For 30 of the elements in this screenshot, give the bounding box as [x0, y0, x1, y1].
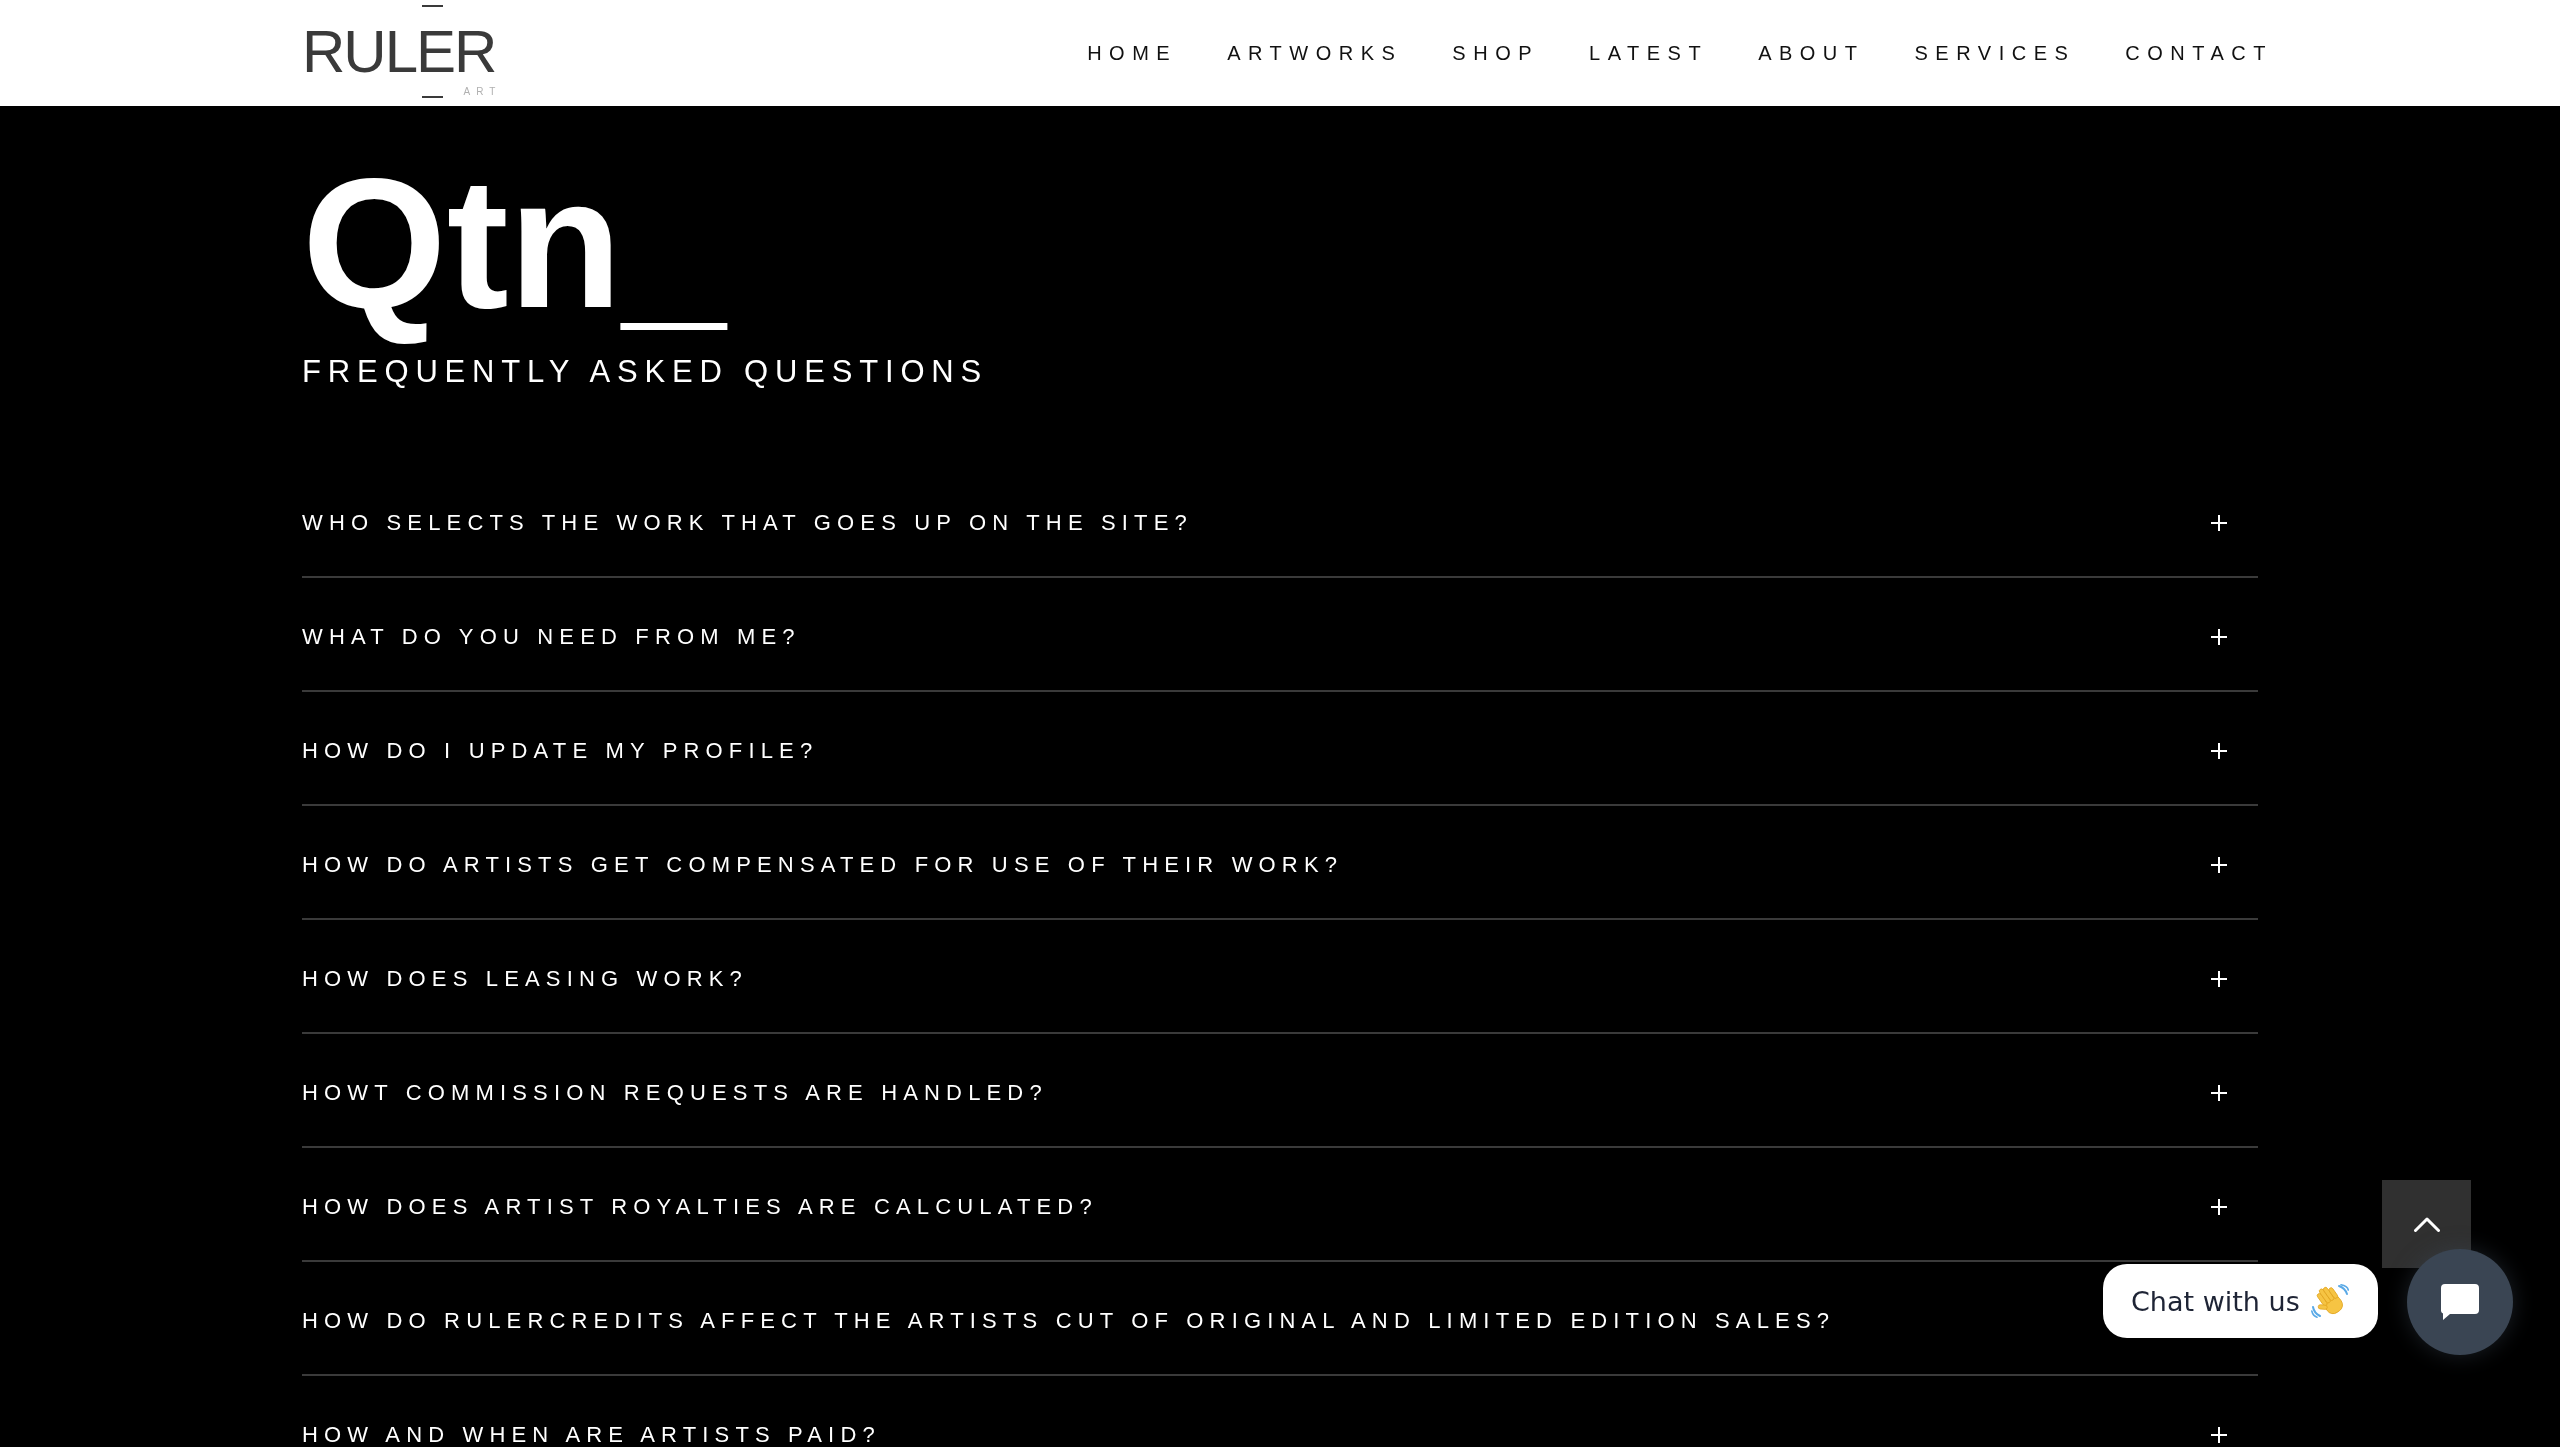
nav-link[interactable]: SHOP — [1452, 41, 1540, 65]
plus-icon[interactable] — [2211, 1199, 2227, 1216]
plus-icon[interactable] — [2211, 743, 2227, 760]
nav-link[interactable]: CONTACT — [2125, 41, 2273, 65]
chat-bubble-icon — [2441, 1284, 2479, 1320]
faq-question[interactable]: HOWT COMMISSION REQUESTS ARE HANDLED? — [302, 1078, 1048, 1108]
page-title: Qtn_ — [302, 138, 726, 348]
nav-link[interactable]: ABOUT — [1758, 41, 1865, 65]
chat-prompt[interactable]: Chat with us — [2103, 1264, 2378, 1338]
plus-icon[interactable] — [2211, 857, 2227, 874]
plus-icon[interactable] — [2211, 629, 2227, 646]
plus-icon[interactable] — [2211, 971, 2227, 988]
waving-hand-icon — [2310, 1284, 2349, 1318]
faq-question[interactable]: WHAT DO YOU NEED FROM ME? — [302, 622, 801, 652]
page-subtitle: FREQUENTLY ASKED QUESTIONS — [302, 352, 989, 391]
faq-question[interactable]: HOW DOES ARTIST ROYALTIES ARE CALCULATED? — [302, 1192, 1098, 1222]
faq-question[interactable]: HOW DOES LEASING WORK? — [302, 964, 748, 994]
plus-icon[interactable] — [2211, 1085, 2227, 1102]
plus-icon[interactable] — [2211, 1427, 2227, 1444]
nav-link[interactable]: LATEST — [1589, 41, 1709, 65]
chevron-up-icon — [2413, 1216, 2440, 1232]
faq-question[interactable]: HOW AND WHEN ARE ARTISTS PAID? — [302, 1420, 881, 1447]
faq-question[interactable]: HOW DO ARTISTS GET COMPENSATED FOR USE OF THEIR WORK? — [302, 850, 1344, 880]
nav-link[interactable]: SERVICES — [1914, 41, 2076, 65]
faq-question[interactable]: WHO SELECTS THE WORK THAT GOES UP ON THE SITE? — [302, 508, 1193, 538]
faq-question[interactable]: HOW DO I UPDATE MY PROFILE? — [302, 736, 819, 766]
nav-link[interactable]: ARTWORKS — [1227, 41, 1403, 65]
nav-link[interactable]: HOME — [1087, 41, 1178, 65]
faq-question[interactable]: HOW DO RULERCREDITS AFFECT THE ARTISTS CUT OF ORIGINAL AND LIMITED EDITION SALES? — [302, 1306, 1836, 1336]
plus-icon[interactable] — [2211, 515, 2227, 532]
